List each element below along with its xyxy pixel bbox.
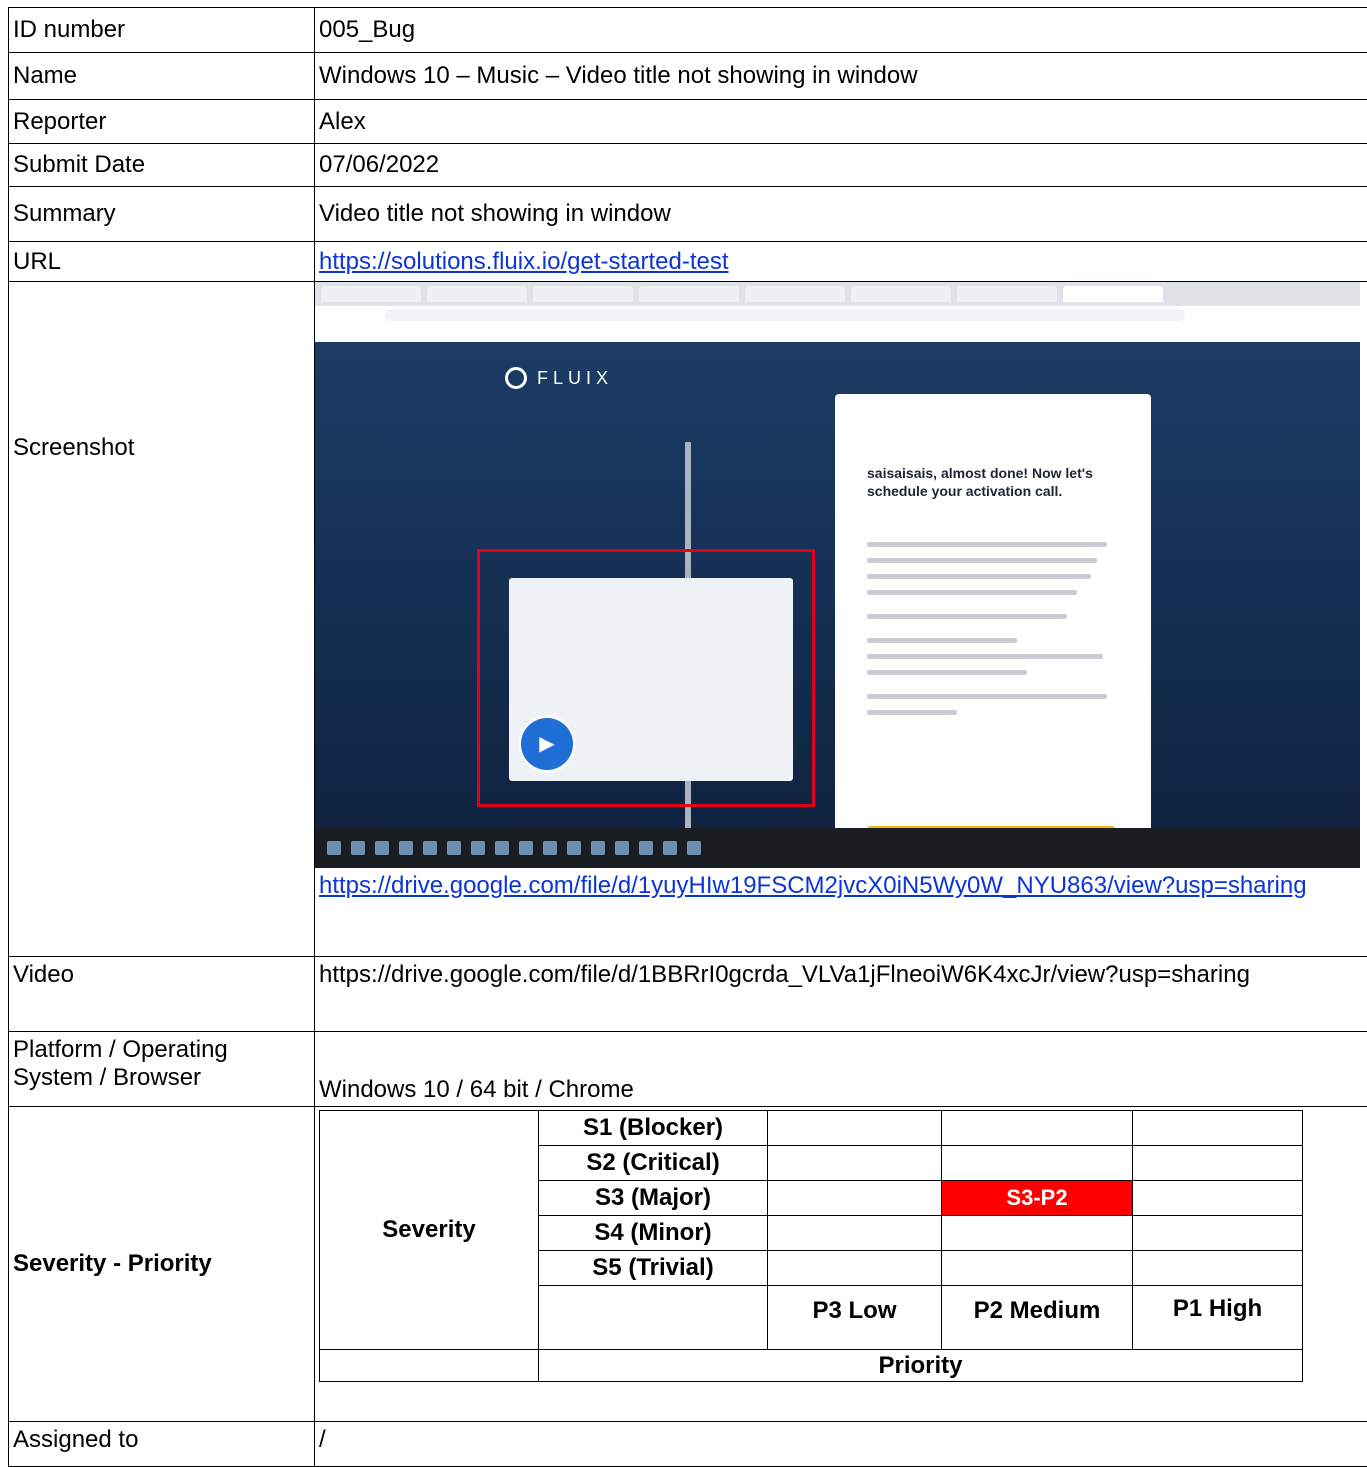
matrix-corner-cell [539, 1286, 768, 1350]
row-reporter: Reporter Alex [9, 100, 1367, 144]
row-assigned: Assigned to / [9, 1422, 1367, 1467]
row-platform: Platform / Operating System / Browser Wi… [9, 1032, 1367, 1107]
activation-card: saisaisais, almost done! Now let's sched… [835, 394, 1151, 864]
priority-axis-title: Priority [539, 1350, 1303, 1382]
url-link[interactable]: https://solutions.fluix.io/get-started-t… [319, 248, 729, 275]
row-submit-date: Submit Date 07/06/2022 [9, 144, 1367, 187]
matrix-cell [1133, 1146, 1303, 1181]
matrix-cell [1133, 1181, 1303, 1216]
matrix-cell [1133, 1251, 1303, 1286]
priority-p1: P1 High [1133, 1286, 1303, 1350]
url-label: URL [9, 242, 315, 282]
screenshot-link[interactable]: https://drive.google.com/file/d/1yuyHIw1… [319, 872, 1307, 899]
matrix-cell [1133, 1111, 1303, 1146]
priority-p2: P2 Medium [942, 1286, 1133, 1350]
matrix-cell [768, 1146, 942, 1181]
platform-label: Platform / Operating System / Browser [9, 1032, 315, 1107]
severity-s1: S1 (Blocker) [539, 1111, 768, 1146]
bug-screenshot-image: FLUIX ▶ saisaisais, almost done! Now let… [315, 282, 1360, 868]
matrix-cell [942, 1111, 1133, 1146]
assigned-value: / [315, 1422, 1367, 1467]
fluix-logo-icon [505, 367, 527, 389]
matrix-cell [768, 1111, 942, 1146]
play-icon: ▶ [521, 718, 573, 770]
id-label: ID number [9, 8, 315, 53]
id-value: 005_Bug [315, 8, 1367, 53]
windows-taskbar [315, 828, 1360, 868]
row-video: Video https://drive.google.com/file/d/1B… [9, 957, 1367, 1032]
matrix-cell [942, 1216, 1133, 1251]
severity-priority-matrix: Severity S1 (Blocker) S2 (Critical) [319, 1110, 1303, 1382]
reporter-value: Alex [315, 100, 1367, 144]
fluix-page: FLUIX ▶ saisaisais, almost done! Now let… [315, 342, 1360, 828]
row-screenshot: Screenshot FLUIX [9, 282, 1367, 957]
row-severity-priority: Severity - Priority Severity S1 (Blocker… [9, 1107, 1367, 1422]
matrix-cell [942, 1251, 1133, 1286]
video-player: ▶ [509, 578, 793, 781]
row-name: Name Windows 10 – Music – Video title no… [9, 53, 1367, 100]
row-url: URL https://solutions.fluix.io/get-start… [9, 242, 1367, 282]
video-value: https://drive.google.com/file/d/1BBRrI0g… [315, 957, 1367, 1032]
name-value: Windows 10 – Music – Video title not sho… [315, 53, 1367, 100]
browser-tab-strip [315, 282, 1360, 306]
matrix-cell [768, 1181, 942, 1216]
name-label: Name [9, 53, 315, 100]
summary-label: Summary [9, 187, 315, 242]
severity-s3: S3 (Major) [539, 1181, 768, 1216]
severity-s4: S4 (Minor) [539, 1216, 768, 1251]
severity-priority-label: Severity - Priority [9, 1107, 315, 1422]
fluix-logo: FLUIX [505, 364, 613, 392]
matrix-cell [768, 1216, 942, 1251]
selected-severity-priority: S3-P2 [942, 1181, 1133, 1216]
row-id: ID number 005_Bug [9, 8, 1367, 53]
browser-address-bar [315, 306, 1360, 324]
bug-report-table: ID number 005_Bug Name Windows 10 – Musi… [8, 7, 1367, 1467]
submit-date-label: Submit Date [9, 144, 315, 187]
submit-date-value: 07/06/2022 [315, 144, 1367, 187]
priority-p3: P3 Low [768, 1286, 942, 1350]
screenshot-label: Screenshot [9, 282, 315, 957]
activation-card-heading: saisaisais, almost done! Now let's sched… [867, 464, 1107, 500]
browser-bookmarks-bar [315, 324, 1360, 343]
reporter-label: Reporter [9, 100, 315, 144]
summary-value: Video title not showing in window [315, 187, 1367, 242]
severity-s2: S2 (Critical) [539, 1146, 768, 1181]
matrix-cell [768, 1251, 942, 1286]
matrix-blank-cell [320, 1350, 539, 1382]
severity-s5: S5 (Trivial) [539, 1251, 768, 1286]
matrix-cell [1133, 1216, 1303, 1251]
assigned-label: Assigned to [9, 1422, 315, 1467]
matrix-cell [942, 1146, 1133, 1181]
row-summary: Summary Video title not showing in windo… [9, 187, 1367, 242]
platform-value: Windows 10 / 64 bit / Chrome [315, 1032, 1367, 1107]
video-label: Video [9, 957, 315, 1032]
severity-axis-title: Severity [320, 1111, 539, 1350]
